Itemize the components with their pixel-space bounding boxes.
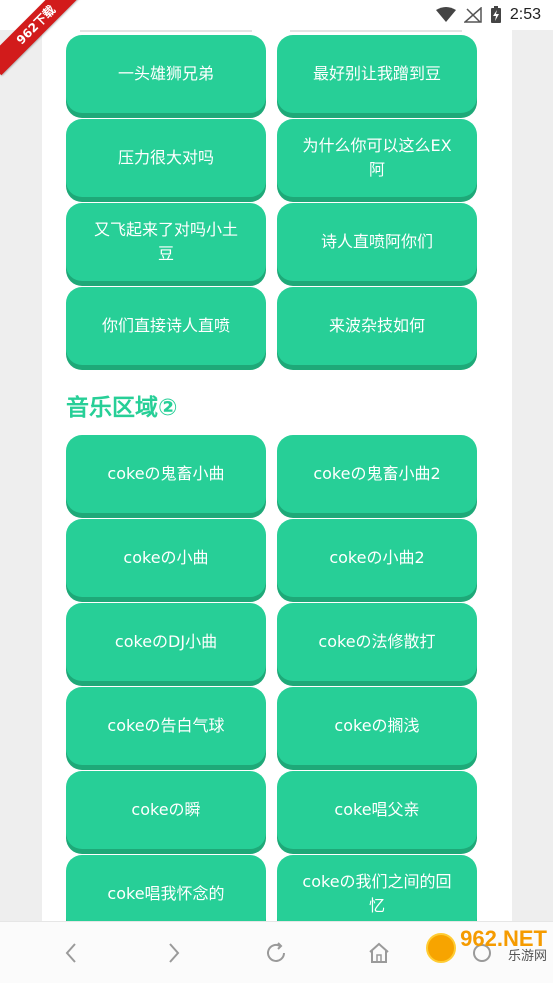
button-grid-section1: 一头雄狮兄弟 最好别让我蹭到豆 压力很大对吗 为什么你可以这么EX阿 又飞起来了… (66, 35, 477, 371)
status-bar: 2:53 (0, 0, 553, 30)
sound-button[interactable]: 来波杂技如何 (277, 287, 477, 365)
music-button[interactable]: cokeの鬼畜小曲 (66, 435, 266, 513)
signal-off-icon (463, 7, 482, 23)
music-button[interactable]: cokeの小曲2 (277, 519, 477, 597)
music-button[interactable]: coke唱父亲 (277, 771, 477, 849)
battery-charging-icon (490, 6, 501, 23)
music-button[interactable]: cokeのDJ小曲 (66, 603, 266, 681)
home-icon (369, 942, 389, 963)
music-button[interactable]: cokeの搁浅 (277, 687, 477, 765)
watermark-icon (426, 933, 457, 963)
music-button[interactable]: cokeの我们之间的回忆 (277, 855, 477, 921)
watermark-logo: 962.NET 乐游网 (426, 926, 547, 966)
sound-button[interactable]: 最好别让我蹭到豆 (277, 35, 477, 113)
button-grid-section2: cokeの鬼畜小曲 cokeの鬼畜小曲2 cokeの小曲 cokeの小曲2 co… (66, 435, 477, 921)
music-button[interactable]: cokeの鬼畜小曲2 (277, 435, 477, 513)
refresh-icon (267, 941, 286, 962)
music-button[interactable]: cokeの告白气球 (66, 687, 266, 765)
home-button[interactable] (359, 933, 399, 973)
sound-button[interactable]: 你们直接诗人直喷 (66, 287, 266, 365)
forward-icon (169, 942, 180, 963)
sound-button[interactable]: 一头雄狮兄弟 (66, 35, 266, 113)
refresh-button[interactable] (256, 933, 296, 973)
sound-button[interactable]: 诗人直喷阿你们 (277, 203, 477, 281)
page-content: 一头雄狮兄弟 最好别让我蹭到豆 压力很大对吗 为什么你可以这么EX阿 又飞起来了… (42, 30, 512, 921)
back-icon (65, 942, 77, 963)
status-time: 2:53 (509, 6, 541, 23)
music-button[interactable]: coke唱我怀念的 (66, 855, 266, 921)
music-button[interactable]: cokeの小曲 (66, 519, 266, 597)
sound-button[interactable]: 为什么你可以这么EX阿 (277, 119, 477, 197)
music-button[interactable]: cokeの瞬 (66, 771, 266, 849)
forward-button[interactable] (154, 933, 194, 973)
section-title: 音乐区域② (66, 395, 178, 421)
wifi-icon (435, 7, 456, 22)
sound-button[interactable]: 又飞起来了对吗小土豆 (66, 203, 266, 281)
watermark-sub-text: 乐游网 (507, 949, 547, 964)
back-button[interactable] (51, 933, 91, 973)
divider (290, 30, 462, 32)
divider (80, 30, 252, 32)
sound-button[interactable]: 压力很大对吗 (66, 119, 266, 197)
music-button[interactable]: cokeの法修散打 (277, 603, 477, 681)
watermark-main-text: 962.NET (460, 926, 547, 951)
